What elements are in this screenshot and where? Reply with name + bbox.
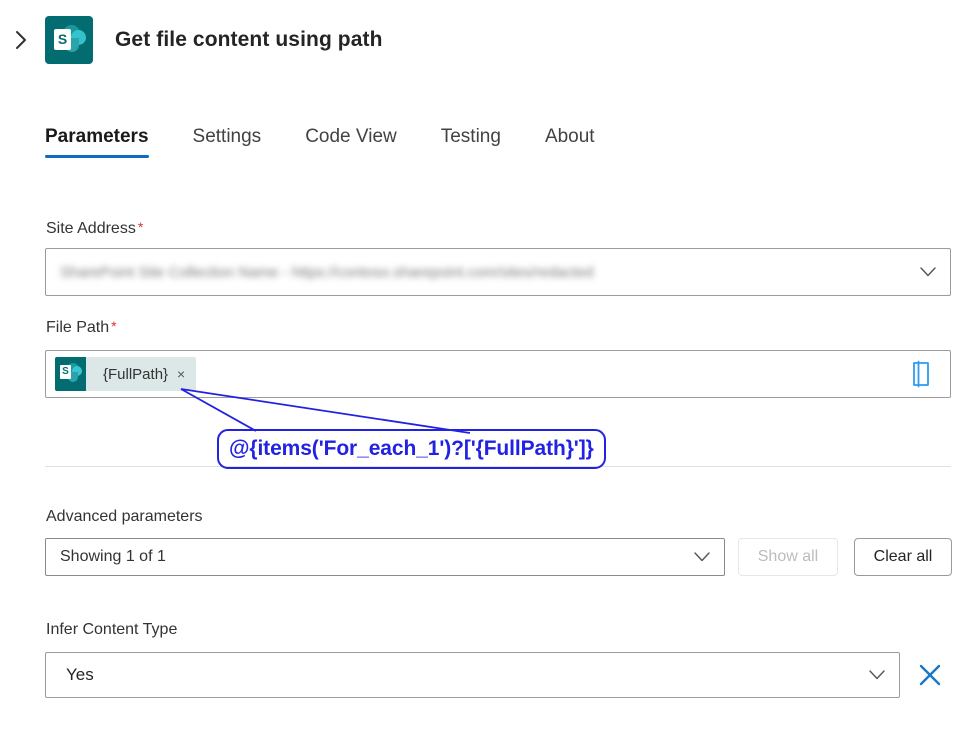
- required-marker: *: [111, 318, 117, 334]
- file-path-label: File Path *: [46, 319, 117, 337]
- file-picker-icon[interactable]: [910, 360, 932, 388]
- file-path-input[interactable]: S {FullPath} ×: [45, 350, 951, 398]
- sharepoint-icon: S: [45, 16, 93, 64]
- required-marker: *: [137, 219, 144, 235]
- page-title: Get file content using path: [115, 28, 383, 51]
- token-label: {FullPath}: [103, 365, 169, 383]
- infer-content-type-select[interactable]: Yes: [45, 652, 900, 698]
- file-path-label-text: File Path: [46, 319, 110, 336]
- tab-about[interactable]: About: [545, 126, 595, 162]
- advanced-parameters-label: Advanced parameters: [46, 508, 203, 525]
- chevron-down-icon[interactable]: [867, 668, 887, 682]
- chevron-down-icon[interactable]: [692, 550, 712, 564]
- chevron-down-icon[interactable]: [918, 265, 938, 279]
- dynamic-content-token[interactable]: S {FullPath} ×: [55, 357, 197, 391]
- tab-parameters[interactable]: Parameters: [45, 126, 149, 162]
- infer-content-type-label: Infer Content Type: [46, 621, 178, 638]
- remove-token-button[interactable]: ×: [176, 367, 196, 381]
- advanced-parameters-select[interactable]: Showing 1 of 1: [45, 538, 725, 576]
- site-address-label: Site Address *: [46, 220, 143, 238]
- chevron-right-icon[interactable]: [4, 23, 38, 57]
- tab-settings[interactable]: Settings: [193, 126, 262, 162]
- site-address-input[interactable]: SharePoint Site Collection Name - https:…: [45, 248, 951, 296]
- tab-bar: Parameters Settings Code View Testing Ab…: [45, 126, 595, 162]
- action-header: S Get file content using path: [0, 0, 975, 80]
- tab-code-view[interactable]: Code View: [305, 126, 397, 162]
- infer-content-type-value: Yes: [66, 665, 94, 684]
- annotation-callout: @{items('For_each_1')?['{FullPath}']}: [217, 429, 606, 469]
- site-address-value: SharePoint Site Collection Name - https:…: [60, 263, 594, 281]
- tab-testing[interactable]: Testing: [441, 126, 501, 162]
- clear-all-button[interactable]: Clear all: [854, 538, 952, 576]
- sharepoint-icon: S: [55, 357, 86, 391]
- site-address-label-text: Site Address: [46, 220, 136, 237]
- advanced-parameters-value: Showing 1 of 1: [60, 548, 166, 565]
- show-all-button[interactable]: Show all: [738, 538, 838, 576]
- close-icon[interactable]: [913, 658, 947, 692]
- annotation-expression-text: @{items('For_each_1')?['{FullPath}']}: [229, 437, 594, 460]
- section-divider: [45, 466, 951, 467]
